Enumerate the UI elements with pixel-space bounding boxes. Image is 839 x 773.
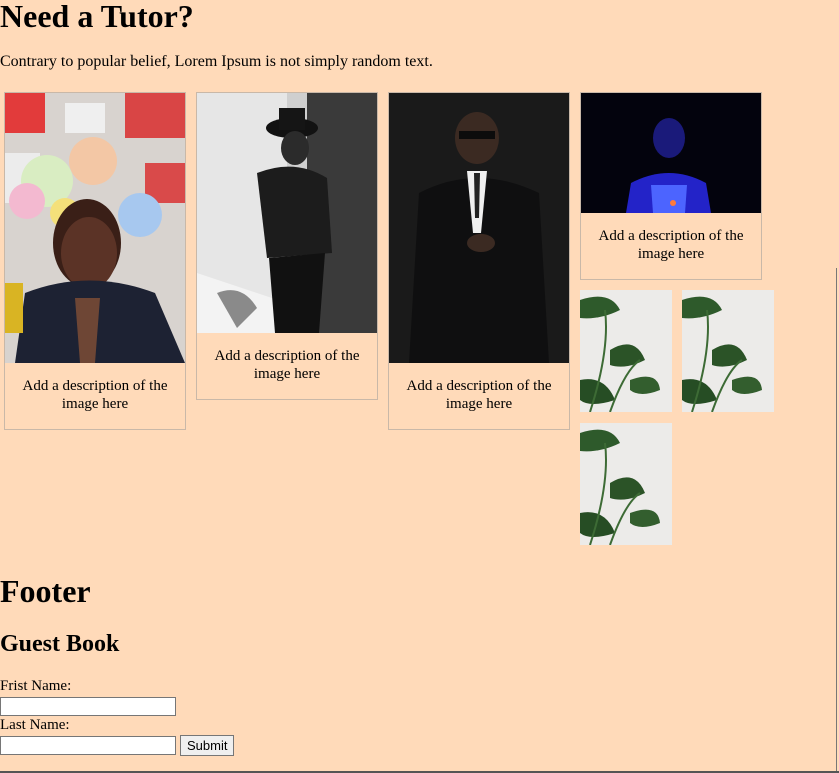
gallery-card-1: Add a description of the image here: [4, 92, 186, 430]
gallery-card-2: Add a description of the image here: [196, 92, 378, 400]
portrait-image-balloons: [5, 93, 185, 363]
portrait-image-suit: [389, 93, 569, 363]
gallery-card-3: Add a description of the image here: [388, 92, 570, 430]
card-description-2: Add a description of the image here: [214, 348, 360, 382]
card-description-3: Add a description of the image here: [406, 378, 552, 412]
first-name-label: Frist Name:: [0, 678, 72, 694]
card-description-1: Add a description of the image here: [22, 378, 168, 412]
guestbook-title: Guest Book: [0, 631, 120, 657]
plant-image-3: [580, 423, 672, 545]
submit-button[interactable]: Submit: [180, 735, 235, 756]
window-edge-right: [836, 268, 837, 773]
page-title: Need a Tutor?: [0, 0, 194, 34]
gallery-card-4: Add a description of the image here: [580, 92, 762, 280]
portrait-image-hat: [197, 93, 377, 333]
footer-title: Footer: [0, 573, 91, 609]
last-name-field[interactable]: [0, 736, 176, 755]
first-name-field[interactable]: [0, 697, 176, 716]
last-name-label: Last Name:: [0, 717, 70, 733]
plant-image-1: [580, 290, 672, 412]
card-description-4: Add a description of the image here: [598, 228, 744, 262]
plant-image-2: [682, 290, 774, 412]
portrait-image-blue-light: [581, 93, 761, 213]
intro-text: Contrary to popular belief, Lorem Ipsum …: [0, 53, 433, 70]
